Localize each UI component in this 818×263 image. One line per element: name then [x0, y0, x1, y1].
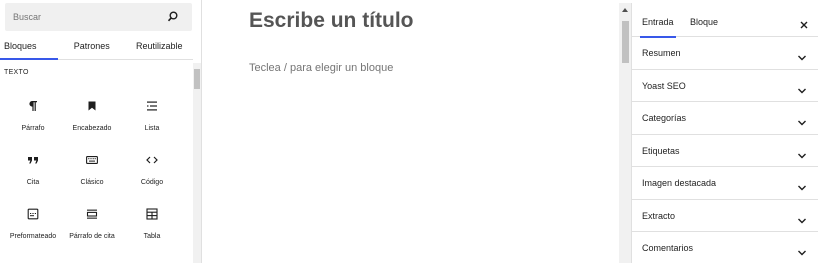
bookmark-icon: [64, 99, 120, 119]
chevron-down-icon: [797, 82, 807, 93]
tab-reutilizable[interactable]: Reutilizable: [126, 34, 194, 59]
block-appender[interactable]: Teclea / para elegir un bloque: [249, 62, 393, 74]
block-heading[interactable]: Encabezado: [64, 99, 120, 145]
block-label: Cita: [26, 179, 40, 186]
tab-patrones[interactable]: Patrones: [58, 34, 126, 59]
block-label: Párrafo: [21, 125, 45, 132]
chevron-down-icon: [797, 212, 807, 223]
preformatted-icon: [5, 207, 61, 227]
post-title-input[interactable]: Escribe un título: [249, 9, 414, 33]
settings-header: Entrada Bloque: [632, 9, 818, 38]
block-label: Clásico: [80, 179, 104, 186]
block-list[interactable]: Lista: [124, 99, 180, 145]
keyboard-icon: [64, 153, 120, 173]
block-label: Párrafo de cita: [69, 233, 115, 240]
block-paragraph[interactable]: Párrafo: [5, 99, 61, 145]
block-label: Código: [140, 179, 164, 186]
tab-entrada[interactable]: Entrada: [640, 9, 676, 38]
code-icon: [124, 153, 180, 173]
close-icon[interactable]: [799, 17, 809, 29]
panel-yoast-seo[interactable]: Yoast SEO: [632, 70, 818, 102]
block-label: Preformateado: [9, 233, 57, 240]
panel-comentarios[interactable]: Comentarios: [632, 232, 818, 263]
inserter-scrollbar[interactable]: [193, 63, 201, 263]
settings-sidebar: Entrada Bloque Resumen Yoast SEO Categor…: [619, 0, 818, 263]
panel-label: Extracto: [642, 210, 676, 221]
paragraph-icon: [5, 99, 61, 119]
panel-label: Yoast SEO: [642, 80, 686, 91]
block-inserter-panel: Bloques Patrones Reutilizable TEXTO Párr…: [0, 0, 202, 263]
search-input[interactable]: [13, 3, 163, 31]
chevron-down-icon: [797, 179, 807, 191]
block-label: Encabezado: [72, 125, 112, 132]
search-box: [5, 3, 192, 31]
chevron-down-icon: [797, 49, 807, 61]
settings-panel: Entrada Bloque Resumen Yoast SEO Categor…: [631, 3, 818, 263]
block-table[interactable]: Tabla: [124, 207, 180, 253]
pullquote-icon: [64, 207, 120, 227]
panel-resumen[interactable]: Resumen: [632, 37, 818, 70]
tab-bloques[interactable]: Bloques: [0, 34, 58, 60]
panel-etiquetas[interactable]: Etiquetas: [632, 135, 818, 167]
block-code[interactable]: Código: [124, 153, 180, 199]
block-pullquote[interactable]: Párrafo de cita: [64, 207, 120, 253]
quote-icon: [5, 153, 61, 173]
sidebar-scrollbar[interactable]: [619, 3, 631, 263]
scroll-up-arrow-icon[interactable]: [622, 8, 628, 12]
chevron-down-icon: [797, 244, 807, 256]
panel-extracto[interactable]: Extracto: [632, 200, 818, 232]
chevron-down-icon: [797, 114, 807, 126]
panel-label: Comentarios: [642, 243, 694, 253]
tab-bloque[interactable]: Bloque: [690, 9, 718, 37]
block-label: Lista: [144, 125, 160, 132]
panel-label: Resumen: [642, 48, 681, 58]
scrollbar-thumb[interactable]: [622, 21, 629, 63]
block-quote[interactable]: Cita: [5, 153, 61, 199]
table-icon: [124, 207, 180, 227]
inserter-tabs: Bloques Patrones Reutilizable: [0, 34, 193, 60]
panel-label: Categorías: [642, 113, 687, 123]
panel-categorias[interactable]: Categorías: [632, 102, 818, 135]
panel-label: Imagen destacada: [642, 178, 717, 188]
block-preformatted[interactable]: Preformateado: [5, 207, 61, 253]
section-title-texto: TEXTO: [4, 69, 29, 76]
panel-label: Etiquetas: [642, 145, 680, 156]
panel-imagen-destacada[interactable]: Imagen destacada: [632, 167, 818, 200]
search-icon[interactable]: [166, 10, 180, 24]
list-icon: [124, 99, 180, 119]
scrollbar-thumb[interactable]: [194, 69, 200, 89]
block-classic[interactable]: Clásico: [64, 153, 120, 199]
block-label: Tabla: [143, 233, 161, 240]
chevron-down-icon: [797, 147, 807, 158]
